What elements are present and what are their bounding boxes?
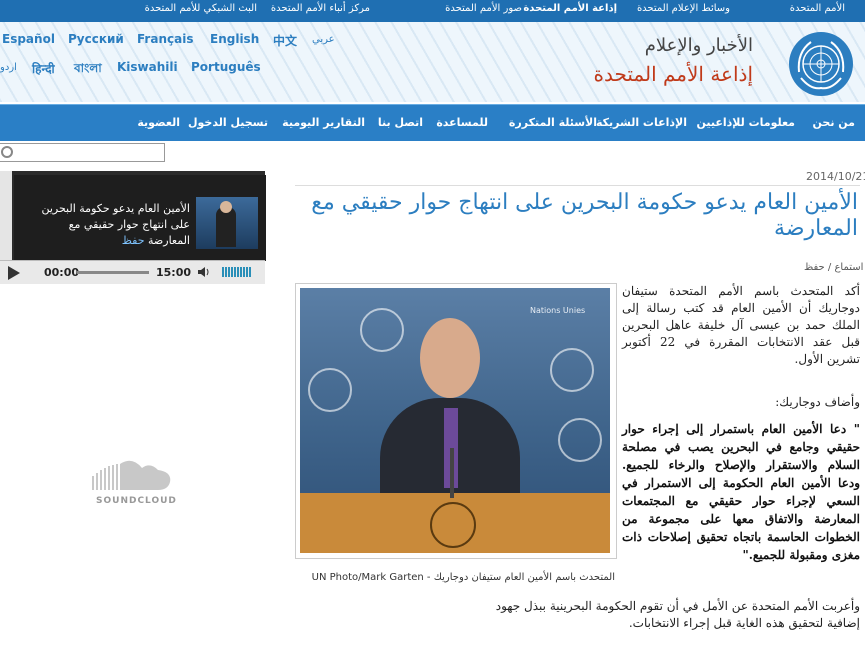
lang-french[interactable]: Français bbox=[137, 32, 193, 46]
article-quote: " دعا الأمين العام باستمرار إلى إجراء حو… bbox=[622, 422, 860, 562]
nav-partners[interactable]: الإذاعات الشريكة bbox=[596, 116, 687, 129]
divider bbox=[295, 185, 860, 186]
top-link-un-radio[interactable]: إذاعة الأمم المتحدة bbox=[523, 3, 617, 14]
photo-speaker-face bbox=[420, 318, 480, 398]
player-current-time: 00:00 bbox=[44, 266, 80, 279]
photo-microphone bbox=[450, 448, 454, 498]
site-subtitle: الأخبار والإعلام bbox=[644, 35, 753, 56]
nav-daily-reports[interactable]: التقارير اليومية bbox=[282, 116, 365, 129]
top-link-un[interactable]: الأمم المتحدة bbox=[790, 3, 845, 14]
widget-thumbnail[interactable] bbox=[196, 197, 258, 249]
photo-emblem-top bbox=[360, 308, 404, 352]
nav-login[interactable]: تسجيل الدخول bbox=[188, 116, 268, 129]
top-link-un-webcast[interactable]: البث الشبكي للأمم المتحدة bbox=[145, 3, 257, 14]
top-link-un-news-centre[interactable]: مركز أنباء الأمم المتحدة bbox=[271, 3, 370, 14]
photo-caption: المتحدث باسم الأمين العام ستيفان دوجاريك… bbox=[311, 572, 615, 583]
un-emblem-icon[interactable] bbox=[789, 32, 853, 96]
site-title[interactable]: إذاعة الأمم المتحدة bbox=[593, 62, 753, 86]
top-link-un-photo[interactable]: صور الأمم المتحدة bbox=[445, 3, 522, 14]
nav-about[interactable]: من نحن bbox=[813, 116, 856, 129]
nav-broadcasters[interactable]: معلومات للإذاعيين bbox=[696, 116, 795, 129]
lang-urdu[interactable]: اردو bbox=[0, 62, 17, 73]
nav-help[interactable]: للمساعدة bbox=[436, 116, 488, 129]
nav-faq[interactable]: الأسئلة المتكررة bbox=[509, 116, 597, 129]
article-paragraph-4: وأعربت الأمم المتحدة عن الأمل في أن تقوم… bbox=[495, 599, 860, 630]
search-input[interactable] bbox=[0, 143, 165, 162]
search-icon bbox=[1, 146, 13, 158]
photo-emblem-right bbox=[550, 348, 594, 392]
lang-hindi[interactable]: हिन्दी bbox=[32, 60, 55, 77]
thumbnail-head bbox=[220, 201, 232, 213]
lang-portuguese[interactable]: Português bbox=[191, 60, 261, 74]
widget-caption[interactable]: الأمين العام يدعو حكومة البحرين على انته… bbox=[30, 201, 190, 249]
photo-desk-emblem bbox=[430, 502, 476, 548]
nav-membership[interactable]: العضوية bbox=[137, 116, 180, 129]
photo-image: Nations Unies bbox=[300, 288, 610, 553]
lang-kiswahili[interactable]: Kiswahili bbox=[117, 60, 178, 74]
main-nav: من نحن معلومات للإذاعيين الإذاعات الشريك… bbox=[0, 104, 865, 141]
site-header: Español Русский Français English 中文 عربي… bbox=[0, 22, 865, 102]
article-paragraph-2: وأضاف دوجاريك: bbox=[775, 395, 860, 409]
speaker-icon[interactable] bbox=[198, 267, 210, 277]
article-paragraph-1: أكد المتحدث باسم الأمم المتحدة ستيفان دو… bbox=[622, 284, 860, 366]
photo-sign-text: Nations Unies bbox=[530, 306, 586, 315]
top-links-bar: الأمم المتحدة وسائط الإعلام المتحدة إذاع… bbox=[0, 0, 865, 22]
lang-chinese[interactable]: 中文 bbox=[273, 32, 297, 49]
lang-english[interactable]: English bbox=[210, 32, 259, 46]
thumbnail-figure bbox=[216, 207, 236, 247]
volume-slider[interactable] bbox=[222, 267, 252, 277]
soundcloud-logo[interactable]: SOUNDCLOUD bbox=[92, 460, 177, 510]
soundcloud-label: SOUNDCLOUD bbox=[96, 496, 177, 506]
player-duration: 15:00 bbox=[156, 266, 192, 279]
lang-bangla[interactable]: বাংলা bbox=[74, 60, 102, 80]
article-photo: Nations Unies bbox=[295, 283, 617, 559]
photo-emblem-left bbox=[308, 368, 352, 412]
lang-espanol[interactable]: Español bbox=[2, 32, 55, 46]
article-title: الأمين العام يدعو حكومة البحرين على انته… bbox=[311, 190, 858, 241]
widget-save-link[interactable]: حفظ bbox=[122, 234, 145, 247]
audio-player: 00:00 15:00 bbox=[0, 260, 265, 284]
widget-scrollbar[interactable] bbox=[0, 171, 12, 261]
top-link-un-media[interactable]: وسائط الإعلام المتحدة bbox=[637, 3, 730, 14]
lang-arabic[interactable]: عربي bbox=[312, 34, 335, 45]
widget-slide[interactable]: الأمين العام يدعو حكومة البحرين على انته… bbox=[14, 175, 266, 261]
play-icon[interactable] bbox=[8, 266, 20, 280]
widget-caption-text: الأمين العام يدعو حكومة البحرين على انته… bbox=[41, 202, 190, 247]
player-seek-bar[interactable] bbox=[77, 271, 149, 274]
photo-emblem-right2 bbox=[558, 418, 602, 462]
nav-contact[interactable]: اتصل بنا bbox=[378, 116, 423, 129]
lang-russian[interactable]: Русский bbox=[68, 32, 124, 46]
soundcloud-icon bbox=[92, 460, 171, 490]
article-date: 2014/10/21 bbox=[806, 170, 865, 183]
listen-save-link[interactable]: استماع / حفظ bbox=[804, 262, 863, 273]
